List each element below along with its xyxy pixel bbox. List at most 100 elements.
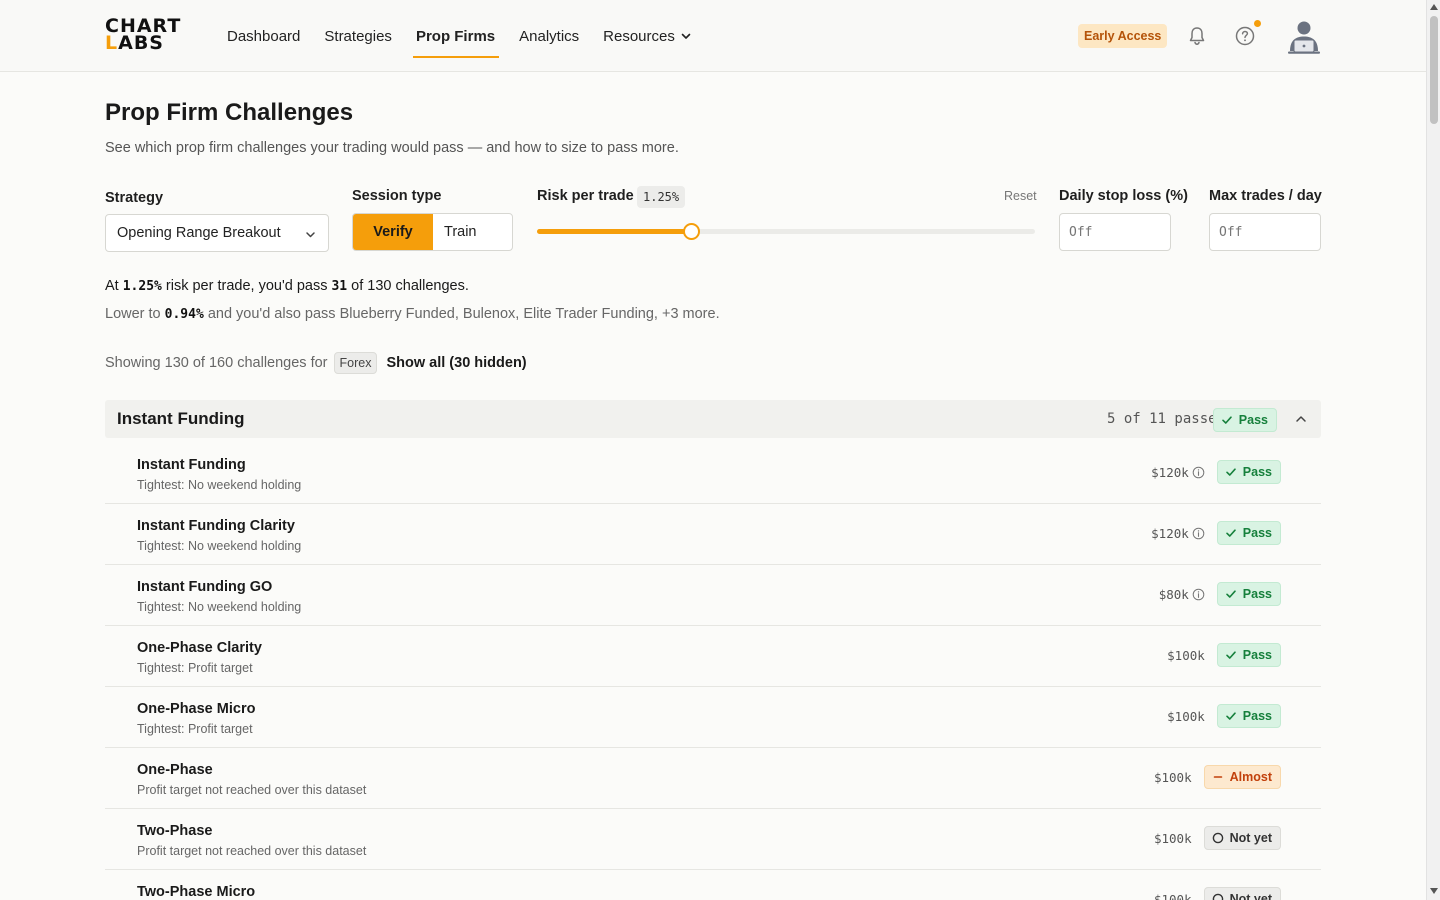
challenge-name: One-Phase Clarity: [137, 640, 262, 656]
challenge-name: One-Phase Micro: [137, 701, 256, 717]
scroll-thumb[interactable]: [1430, 16, 1438, 124]
main-nav: Dashboard Strategies Prop Firms Analytic…: [227, 0, 715, 72]
nav-analytics[interactable]: Analytics: [519, 0, 579, 72]
challenge-detail: Tightest: Profit target: [137, 722, 253, 736]
circle-icon: [1212, 832, 1223, 844]
session-verify-button[interactable]: Verify: [353, 214, 433, 250]
challenge-name: Instant Funding: [137, 457, 246, 473]
summary-risk: 1.25%: [122, 279, 162, 294]
account-size: $100k: [1153, 769, 1192, 785]
challenge-detail: Tightest: No weekend holding: [137, 539, 302, 553]
showing-text: Showing 130 of 160 challenges for: [105, 355, 328, 371]
challenge-detail: Tightest: No weekend holding: [137, 478, 302, 492]
circle-icon: [1212, 893, 1223, 900]
challenge-meta: $120k Pass: [1151, 460, 1281, 484]
suggested-risk: 0.94%: [164, 307, 204, 322]
session-train-button[interactable]: Train: [433, 214, 512, 250]
challenge-detail: Profit target not reached over this data…: [137, 783, 367, 797]
challenge-name: Two-Phase: [137, 823, 213, 839]
logo-line-2: LABS: [105, 32, 164, 54]
nav-prop-firms[interactable]: Prop Firms: [412, 0, 500, 72]
lower-risk-suggestion: Lower to 0.94% and you'd also pass Blueb…: [105, 306, 720, 322]
info-icon[interactable]: [1192, 527, 1205, 540]
chevron-up-icon[interactable]: [1295, 413, 1307, 425]
dash-icon: [1213, 776, 1222, 778]
scroll-up-arrow-icon[interactable]: [1430, 4, 1438, 10]
check-icon: [1225, 590, 1236, 598]
status-badge: Almost: [1203, 765, 1281, 789]
challenge-row[interactable]: Instant Funding GO Tightest: No weekend h…: [105, 565, 1321, 626]
challenge-detail: Profit target not reached over this data…: [137, 844, 367, 858]
status-badge: Pass: [1216, 582, 1281, 606]
challenge-meta: $100k Not yet: [1154, 887, 1281, 900]
chevron-down-icon: [306, 232, 315, 238]
check-icon: [1221, 416, 1232, 424]
challenge-meta: $100k Not yet: [1154, 826, 1281, 850]
risk-per-trade-label: Risk per trade: [537, 188, 634, 204]
challenge-meta: $100k Pass: [1167, 643, 1281, 667]
strategy-select[interactable]: Opening Range Breakout: [105, 214, 329, 252]
risk-slider-thumb[interactable]: [683, 223, 701, 240]
challenge-row[interactable]: Two-Phase Profit target not reached over …: [105, 809, 1321, 870]
nav-dashboard[interactable]: Dashboard: [227, 0, 300, 72]
risk-value-badge: 1.25%: [637, 186, 686, 208]
challenge-meta: $80k Pass: [1159, 582, 1281, 606]
challenge-row[interactable]: Two-Phase Micro $100k Not yet: [105, 870, 1321, 900]
daily-stop-loss-input[interactable]: [1059, 213, 1171, 251]
status-badge: Pass: [1216, 704, 1281, 728]
max-trades-input[interactable]: [1209, 213, 1321, 251]
early-access-badge[interactable]: Early Access: [1078, 24, 1168, 48]
risk-slider-fill: [537, 229, 692, 234]
chartlabs-logo[interactable]: CHART LABS: [105, 17, 180, 54]
status-badge: Pass: [1216, 521, 1281, 545]
nav-resources[interactable]: Resources: [603, 0, 691, 72]
challenge-row[interactable]: One-Phase Micro Tightest: Profit target $1…: [105, 687, 1321, 748]
strategy-value: Opening Range Breakout: [117, 225, 281, 241]
challenge-name: One-Phase: [137, 762, 213, 778]
page-scrollbar[interactable]: [1426, 0, 1440, 900]
account-size: $120k: [1151, 525, 1189, 541]
bell-icon[interactable]: [1186, 25, 1208, 47]
reset-link[interactable]: Reset: [1004, 189, 1037, 203]
daily-stop-loss-label: Daily stop loss (%): [1059, 188, 1188, 204]
page-title: Prop Firm Challenges: [105, 99, 354, 126]
market-filter-tag[interactable]: Forex: [333, 352, 378, 374]
account-size: $100k: [1153, 830, 1192, 846]
check-icon: [1225, 712, 1236, 720]
account-size: $80k: [1158, 586, 1189, 602]
check-icon: [1225, 651, 1236, 659]
session-type-label: Session type: [352, 188, 442, 204]
status-badge: Not yet: [1203, 887, 1281, 900]
challenge-list: Instant Funding Tightest: No weekend hold…: [105, 443, 1321, 900]
account-size: $120k: [1151, 464, 1189, 480]
scroll-down-arrow-icon[interactable]: [1430, 888, 1438, 894]
risk-slider[interactable]: [537, 223, 1035, 240]
challenge-row[interactable]: Instant Funding Tightest: No weekend hold…: [105, 443, 1321, 504]
challenge-detail: Tightest: Profit target: [137, 661, 253, 675]
account-size: $100k: [1167, 647, 1205, 663]
max-trades-label: Max trades / day: [1209, 188, 1322, 204]
challenge-meta: $100k Almost: [1154, 765, 1281, 789]
group-header-instant-funding[interactable]: Instant Funding 5 of 11 passed Pass: [105, 400, 1321, 438]
chevron-down-icon: [681, 33, 691, 39]
help-icon[interactable]: [1234, 25, 1256, 47]
session-type-toggle: Verify Train: [352, 213, 513, 251]
challenge-meta: $100k Pass: [1167, 704, 1281, 728]
challenge-meta: $120k Pass: [1151, 521, 1281, 545]
show-all-button[interactable]: Show all (30 hidden): [386, 355, 526, 371]
challenge-name: Two-Phase Micro: [137, 884, 256, 900]
challenge-row[interactable]: One-Phase Clarity Tightest: Profit target…: [105, 626, 1321, 687]
avatar-icon[interactable]: [1285, 18, 1323, 56]
info-icon[interactable]: [1192, 588, 1205, 601]
page-subtitle: See which prop firm challenges your trad…: [105, 140, 679, 156]
info-icon[interactable]: [1192, 466, 1205, 479]
group-title: Instant Funding: [117, 409, 245, 428]
challenge-detail: Tightest: No weekend holding: [137, 600, 302, 614]
account-size: $100k: [1167, 708, 1205, 724]
group-status-badge: Pass: [1212, 408, 1277, 432]
account-size: $100k: [1153, 891, 1192, 900]
challenge-row[interactable]: Instant Funding Clarity Tightest: No week…: [105, 504, 1321, 565]
status-badge: Pass: [1216, 460, 1281, 484]
nav-strategies[interactable]: Strategies: [324, 0, 392, 72]
challenge-row[interactable]: One-Phase Profit target not reached over …: [105, 748, 1321, 809]
